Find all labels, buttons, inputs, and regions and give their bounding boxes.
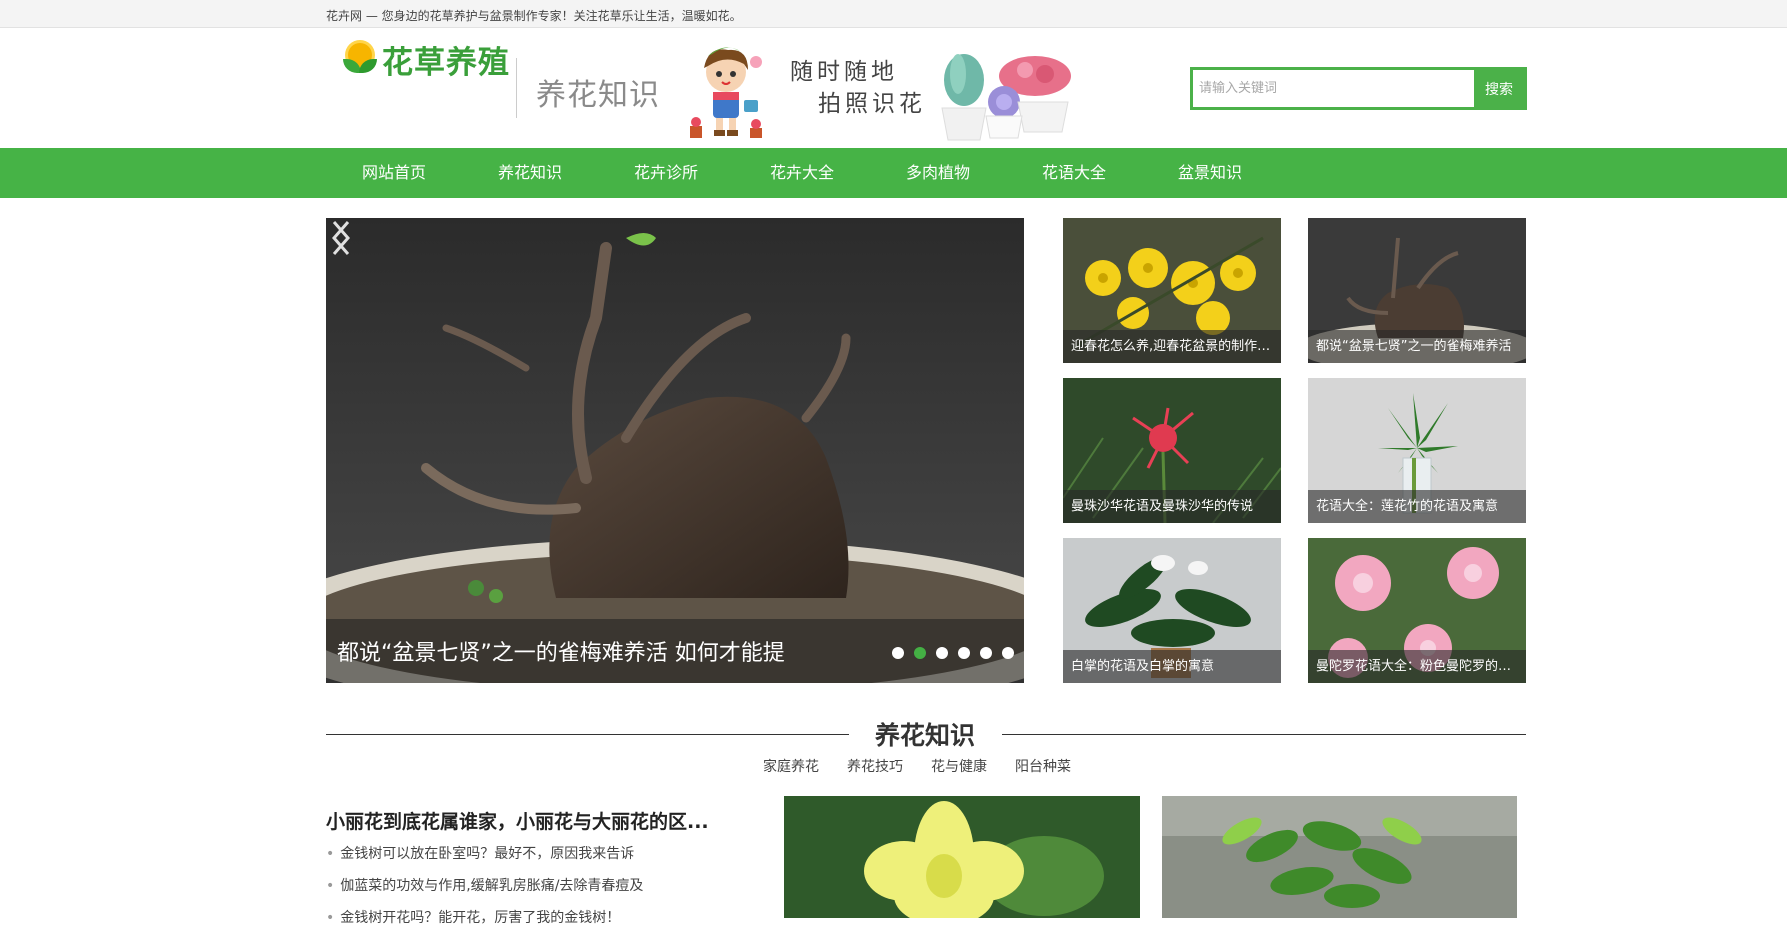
nav-item-care-knowledge[interactable]: 养花知识 xyxy=(462,148,598,198)
dahlia-photo xyxy=(784,796,1140,918)
section-divider-left xyxy=(326,734,849,735)
main-nav: 网站首页 养花知识 花卉诊所 花卉大全 多肉植物 花语大全 盆景知识 xyxy=(0,148,1787,198)
search-input[interactable] xyxy=(1193,70,1474,107)
nav-item-flower-clinic[interactable]: 花卉诊所 xyxy=(598,148,734,198)
thumb-card-peace-lily[interactable]: 白掌的花语及白掌的寓意 xyxy=(1063,538,1281,683)
nav-item-bonsai[interactable]: 盆景知识 xyxy=(1142,148,1278,198)
list-item[interactable]: 伽蓝菜的功效与作用,缓解乳房胀痛/去除青春痘及 xyxy=(326,875,643,907)
featured-slider[interactable]: 都说“盆景七贤”之一的雀梅难养活 如何才能提 xyxy=(326,218,1024,683)
nav-item-flower-language[interactable]: 花语大全 xyxy=(1006,148,1142,198)
slider-dot-active[interactable] xyxy=(914,647,926,659)
article-list: 金钱树可以放在卧室吗？最好不，原因我来告诉 伽蓝菜的功效与作用,缓解乳房胀痛/去… xyxy=(326,843,643,939)
thumb-card-bonsai[interactable]: 都说“盆景七贤”之一的雀梅难养活 xyxy=(1308,218,1526,363)
slider-next-icon[interactable] xyxy=(326,218,356,258)
succulent-plants-image xyxy=(941,54,1071,141)
top-bar: 花卉网 — 您身边的花草养护与盆景制作专家！关注花草乐让生活，温暖如花。 xyxy=(0,0,1787,28)
slider-dot[interactable] xyxy=(980,647,992,659)
thumb-caption: 曼珠沙华花语及曼珠沙华的传说 xyxy=(1063,490,1281,523)
logo-divider xyxy=(516,58,517,118)
logo-text: 花草养殖 xyxy=(382,44,510,81)
thumb-card-datura[interactable]: 曼陀罗花语大全：粉色曼陀罗的花语 xyxy=(1308,538,1526,683)
thumb-caption: 花语大全：莲花竹的花语及寓意 xyxy=(1308,490,1526,523)
list-item[interactable]: 金钱树可以放在卧室吗？最好不，原因我来告诉 xyxy=(326,843,643,875)
thumb-card-red-spider-lily[interactable]: 曼珠沙华花语及曼珠沙华的传说 xyxy=(1063,378,1281,523)
tab-home-gardening[interactable]: 家庭养花 xyxy=(763,756,819,776)
slider-dot[interactable] xyxy=(958,647,970,659)
slider-dot[interactable] xyxy=(1002,647,1014,659)
thumb-card-winter-jasmine[interactable]: 迎春花怎么养,迎春花盆景的制作方法 xyxy=(1063,218,1281,363)
logo-flower-icon xyxy=(342,39,378,79)
banner-slogan: 随时随地 拍照识花 xyxy=(790,56,926,120)
slider-caption[interactable]: 都说“盆景七贤”之一的雀梅难养活 如何才能提 xyxy=(337,635,785,667)
tab-gardening-tips[interactable]: 养花技巧 xyxy=(847,756,903,776)
money-tree-photo-card[interactable] xyxy=(1162,796,1517,918)
header-banner[interactable]: 随时随地 拍照识花 xyxy=(686,40,1076,144)
search-button[interactable]: 搜索 xyxy=(1474,70,1524,107)
tab-flowers-health[interactable]: 花与健康 xyxy=(931,756,987,776)
article-headline[interactable]: 小丽花到底花属谁家，小丽花与大丽花的区... xyxy=(326,807,709,834)
nav-item-flower-encyclopedia[interactable]: 花卉大全 xyxy=(734,148,870,198)
thumb-caption: 曼陀罗花语大全：粉色曼陀罗的花语 xyxy=(1308,650,1526,683)
thumb-caption: 迎春花怎么养,迎春花盆景的制作方法 xyxy=(1063,330,1281,363)
money-tree-photo xyxy=(1162,796,1517,918)
thumb-card-lucky-bamboo[interactable]: 花语大全：莲花竹的花语及寓意 xyxy=(1308,378,1526,523)
banner-line-1: 随时随地 xyxy=(790,59,898,85)
thumb-caption: 都说“盆景七贤”之一的雀梅难养活 xyxy=(1308,330,1526,363)
tab-balcony-vegetables[interactable]: 阳台种菜 xyxy=(1015,756,1071,776)
nav-item-succulents[interactable]: 多肉植物 xyxy=(870,148,1006,198)
dahlia-photo-card[interactable] xyxy=(784,796,1140,918)
thumb-caption: 白掌的花语及白掌的寓意 xyxy=(1063,650,1281,683)
slider-dots xyxy=(882,647,1014,659)
slider-dot[interactable] xyxy=(936,647,948,659)
slider-dot[interactable] xyxy=(892,647,904,659)
section-title: 养花知识 xyxy=(874,721,975,750)
channel-title: 养花知识 xyxy=(536,78,660,113)
search-box: 搜索 xyxy=(1190,67,1527,110)
cartoon-girl-image xyxy=(690,47,762,138)
section-tabs: 家庭养花 养花技巧 花与健康 阳台种菜 xyxy=(763,756,1099,776)
site-slogan: 花卉网 — 您身边的花草养护与盆景制作专家！关注花草乐让生活，温暖如花。 xyxy=(326,9,742,23)
list-item[interactable]: 金钱树开花吗？能开花，厉害了我的金钱树！ xyxy=(326,907,643,939)
banner-line-2: 拍照识花 xyxy=(818,91,926,117)
section-divider-right xyxy=(1002,734,1526,735)
bonsai-photo xyxy=(326,218,1024,683)
site-logo[interactable]: 花草养殖 xyxy=(342,34,510,84)
nav-item-home[interactable]: 网站首页 xyxy=(326,148,462,198)
